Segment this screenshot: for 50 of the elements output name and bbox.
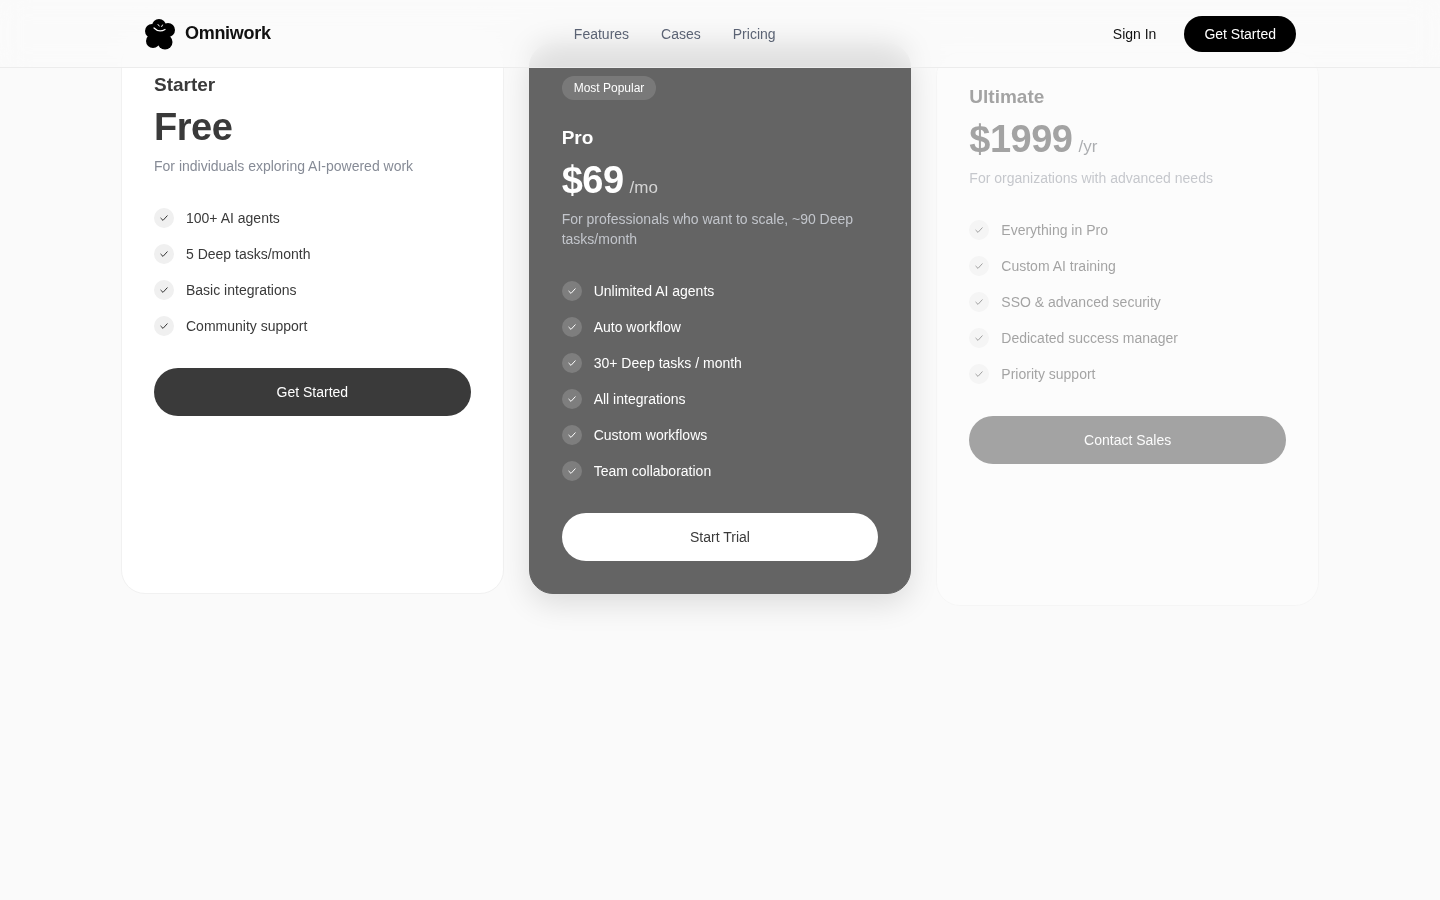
feature-text: Unlimited AI agents	[593, 283, 715, 299]
feature-text: 100+ AI agents	[186, 210, 280, 226]
feature-text: Community support	[186, 318, 308, 334]
feature-text: Custom AI training	[1001, 258, 1116, 274]
feature-text: All integrations	[593, 391, 686, 407]
sign-in-link[interactable]: Sign In	[1112, 25, 1157, 42]
check-icon	[561, 317, 582, 337]
plan-button[interactable]: Get Started	[154, 368, 471, 416]
check-icon	[154, 316, 174, 336]
check-icon	[561, 389, 582, 409]
check-icon	[561, 353, 582, 373]
check-icon	[969, 220, 990, 240]
nav-link[interactable]: Features	[573, 25, 630, 42]
plan-price: Free	[154, 105, 233, 149]
plan-name: Ultimate	[969, 85, 1046, 109]
check-icon	[154, 280, 174, 300]
plan-button[interactable]: Start Trial	[561, 513, 879, 561]
check-icon	[154, 244, 174, 264]
check-icon	[561, 461, 582, 481]
logo-icon	[144, 17, 176, 50]
plan-price: $69	[561, 158, 624, 202]
feature-text: Custom workflows	[593, 427, 708, 443]
get-started-button[interactable]: Get Started	[1184, 15, 1296, 52]
check-icon	[969, 256, 990, 276]
plan-description: For individuals exploring AI-powered work	[154, 157, 415, 176]
check-icon	[969, 292, 990, 312]
price-period: /mo	[629, 178, 658, 198]
check-icon	[561, 425, 582, 445]
plan-price: $1999	[969, 117, 1073, 161]
plan-description: For professionals who want to scale, ~90 Deep tasks/month	[561, 210, 855, 249]
feature-text: Everything in Pro	[1001, 222, 1108, 238]
feature-text: Priority support	[1001, 366, 1096, 382]
brand-name: Omniwork	[185, 23, 271, 44]
check-icon	[154, 208, 174, 228]
feature-text: 5 Deep tasks/month	[186, 246, 311, 262]
plan-name: Starter	[154, 73, 217, 97]
feature-text: Dedicated success manager	[1001, 330, 1178, 346]
check-icon	[969, 328, 990, 348]
price-period: /yr	[1078, 137, 1098, 157]
feature-text: Auto workflow	[593, 319, 681, 335]
nav-link[interactable]: Pricing	[732, 25, 776, 42]
check-icon	[561, 281, 582, 301]
plan-name: Pro	[561, 126, 595, 150]
nav-link[interactable]: Cases	[661, 25, 701, 42]
check-icon	[969, 364, 990, 384]
feature-text: Basic integrations	[186, 282, 297, 298]
feature-text: 30+ Deep tasks / month	[593, 355, 742, 371]
plan-badge: Most Popular	[561, 76, 657, 100]
feature-text: SSO & advanced security	[1001, 294, 1161, 310]
feature-text: Team collaboration	[593, 463, 712, 479]
